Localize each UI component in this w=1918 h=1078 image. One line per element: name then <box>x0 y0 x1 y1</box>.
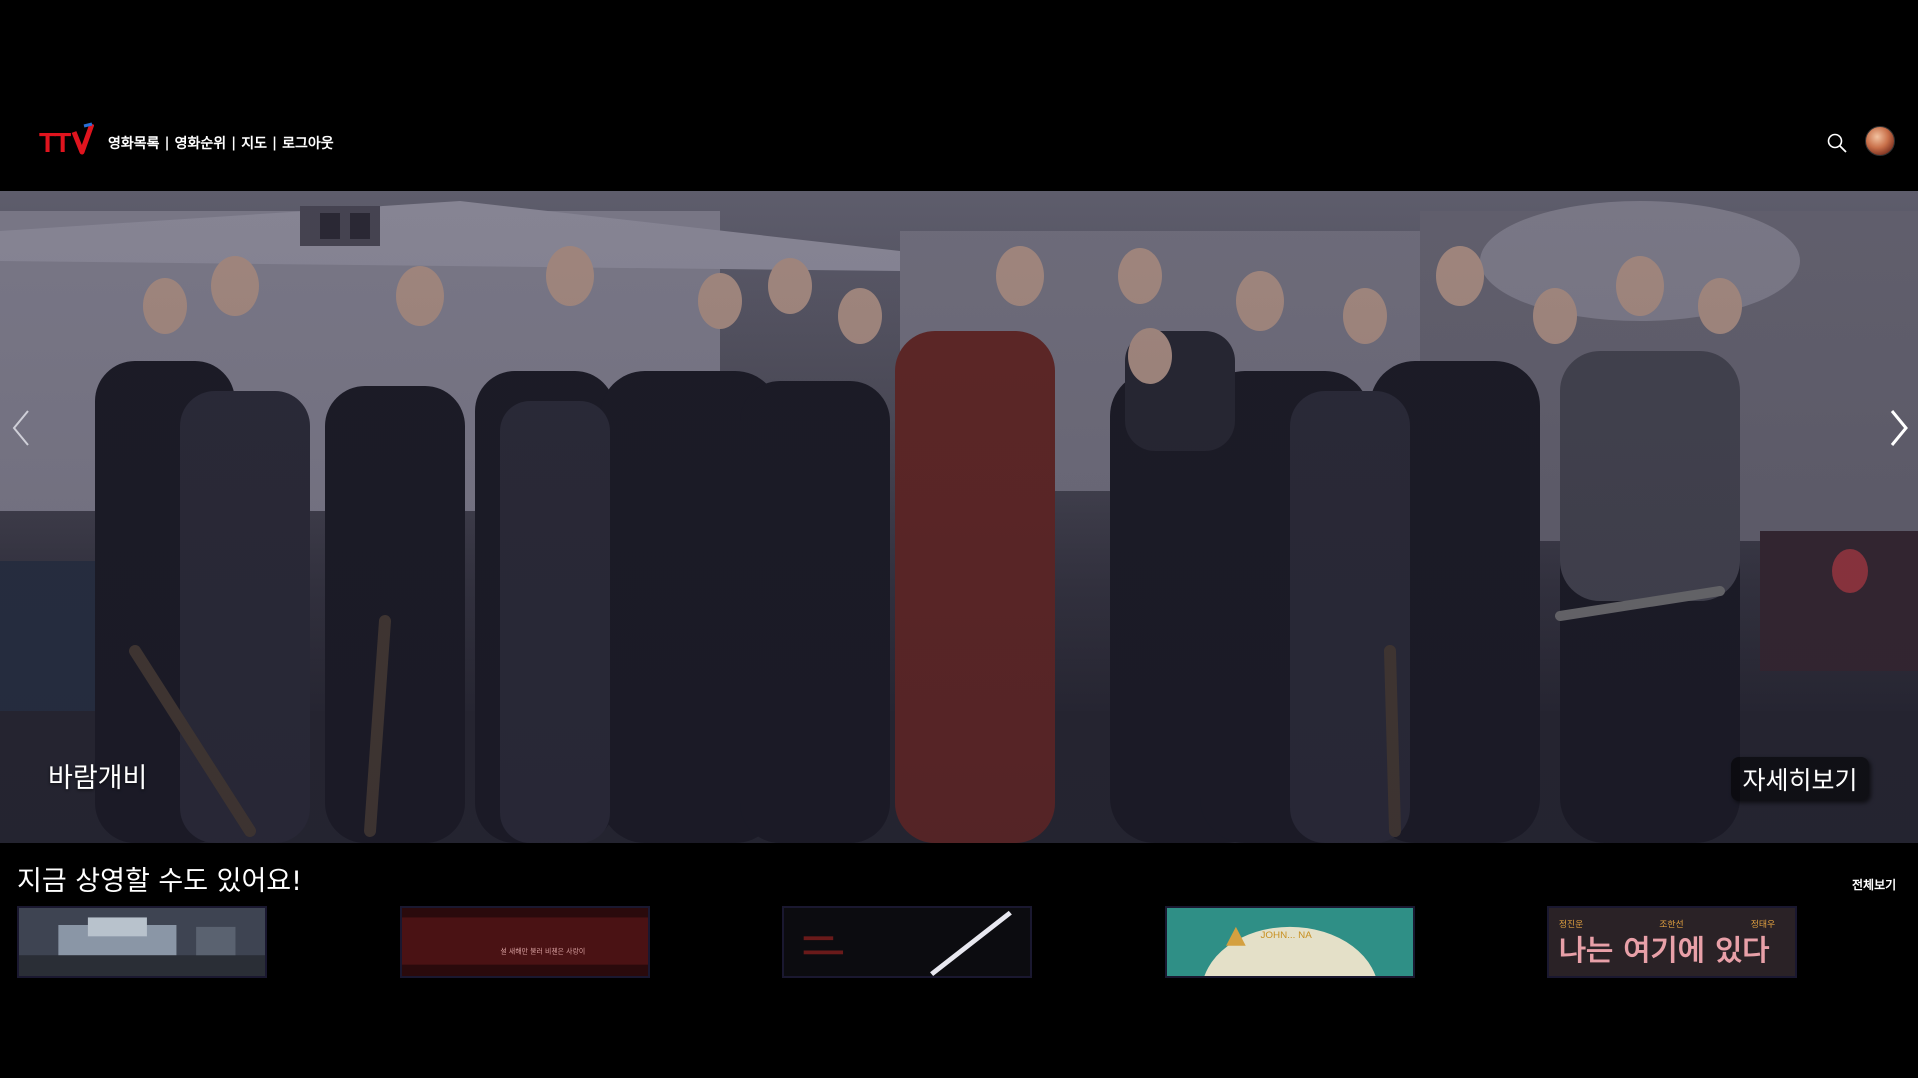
movie-poster: 정진운 조한선 정태우 나는 여기에 있다 <box>1549 908 1795 976</box>
nav-map[interactable]: 지도 <box>241 133 267 153</box>
svg-text:정태우: 정태우 <box>1751 919 1775 930</box>
svg-text:조한선: 조한선 <box>1659 919 1683 930</box>
nav-separator: | <box>164 135 170 151</box>
movie-poster <box>19 908 265 976</box>
chevron-right-icon[interactable] <box>1884 403 1914 453</box>
movie-card[interactable] <box>17 906 267 978</box>
top-nav-bar: TT 영화목록 | 영화순위 | 지도 | 로그아웃 <box>0 110 1918 176</box>
nav-separator: | <box>272 135 278 151</box>
chevron-left-icon[interactable] <box>6 403 36 453</box>
avatar[interactable] <box>1865 126 1895 156</box>
movie-card[interactable]: JOHN... NA <box>1165 906 1415 978</box>
movie-poster: JOHN... NA <box>1167 908 1413 976</box>
ttv-logo[interactable]: TT <box>38 122 94 158</box>
view-all-link[interactable]: 전체보기 <box>1852 876 1896 893</box>
svg-text:정진운: 정진운 <box>1559 919 1583 930</box>
page: TT 영화목록 | 영화순위 | 지도 | 로그아웃 바람개비 자세히보기 지금… <box>0 0 1918 1078</box>
hero-dim-overlay <box>0 191 1918 843</box>
movie-card-row: 설 새해만 불러 비첸은 사랑이 JOHN... NA 정진운 조한선 정태우 … <box>0 906 1918 978</box>
nav-logout[interactable]: 로그아웃 <box>282 133 334 153</box>
search-icon[interactable] <box>1826 132 1848 154</box>
nav-movie-list[interactable]: 영화목록 <box>108 133 160 153</box>
hero-movie-title: 바람개비 <box>48 763 148 794</box>
movie-poster <box>784 908 1030 976</box>
detail-button[interactable]: 자세히보기 <box>1731 757 1869 801</box>
svg-text:설 새해만 불러 비첸은 사랑이: 설 새해만 불러 비첸은 사랑이 <box>500 946 585 955</box>
svg-text:JOHN... NA: JOHN... NA <box>1260 930 1312 941</box>
nav-movie-ranking[interactable]: 영화순위 <box>175 133 227 153</box>
main-nav: 영화목록 | 영화순위 | 지도 | 로그아웃 <box>108 133 334 153</box>
nav-separator: | <box>231 135 237 151</box>
movie-poster: 설 새해만 불러 비첸은 사랑이 <box>402 908 648 976</box>
movie-card[interactable] <box>782 906 1032 978</box>
movie-card[interactable]: 정진운 조한선 정태우 나는 여기에 있다 <box>1547 906 1797 978</box>
svg-text:나는 여기에 있다: 나는 여기에 있다 <box>1559 934 1770 967</box>
hero-banner[interactable]: 바람개비 자세히보기 <box>0 191 1918 843</box>
section-title: 지금 상영할 수도 있어요! <box>17 866 302 897</box>
movie-card[interactable]: 설 새해만 불러 비첸은 사랑이 <box>400 906 650 978</box>
svg-text:TT: TT <box>39 127 71 158</box>
